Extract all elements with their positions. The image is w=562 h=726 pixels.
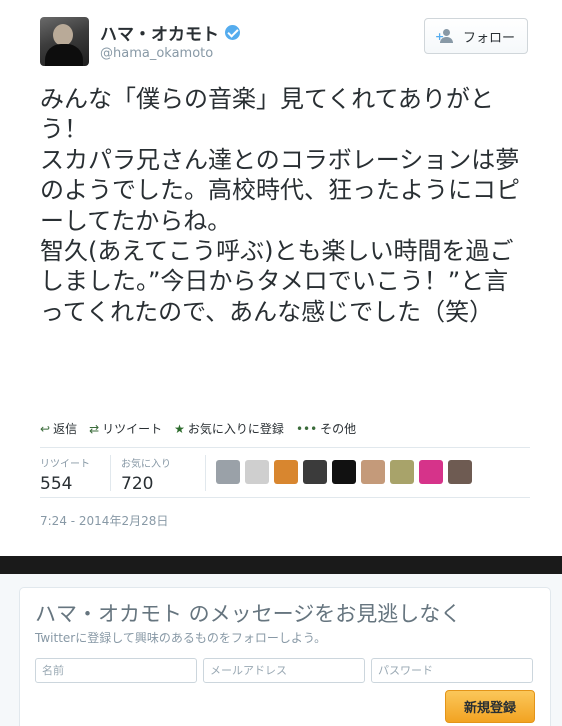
stat-separator [110,455,111,491]
favoriter-avatar[interactable] [332,460,356,484]
page-divider [0,556,562,574]
more-button[interactable]: ••• その他 [296,420,356,437]
stats-divider-top [40,447,530,448]
favorite-count[interactable]: お気に入り 720 [121,455,171,494]
favoriter-avatar[interactable] [361,460,385,484]
signup-button[interactable]: 新規登録 [445,690,535,723]
signup-section: ハマ・オカモト のメッセージをお見逃しなく Twitterに登録して興味のあるも… [0,574,562,726]
tweet-text: みんな「僕らの音楽」見てくれてありがとう！ スカパラ兄さん達とのコラボレーション… [40,85,520,326]
star-icon: ★ [174,421,185,436]
retweet-icon: ⇄ [89,421,100,436]
tweet-timestamp[interactable]: 7:24 - 2014年2月28日 [40,512,168,529]
favoriter-avatar[interactable] [448,460,472,484]
retweet-count[interactable]: リツイート 554 [40,455,90,494]
stats-divider-bottom [40,497,530,498]
signup-card: ハマ・オカモト のメッセージをお見逃しなく Twitterに登録して興味のあるも… [19,587,551,726]
favoriter-avatar[interactable] [274,460,298,484]
favoriter-avatar[interactable] [245,460,269,484]
favoriter-avatar[interactable] [390,460,414,484]
retweet-count-value: 554 [40,474,73,494]
password-field[interactable] [371,658,533,683]
user-handle[interactable]: @hama_okamoto [100,46,213,61]
signup-subtitle: Twitterに登録して興味のあるものをフォローしよう。 [35,631,327,645]
ellipsis-icon: ••• [295,421,318,436]
favoriter-avatar[interactable] [216,460,240,484]
signup-title: ハマ・オカモト のメッセージをお見逃しなく [35,602,462,626]
favoriter-avatar[interactable] [419,460,443,484]
more-label: その他 [320,422,357,436]
name-field[interactable] [35,658,197,683]
tweet-card: ハマ・オカモト @hama_okamoto + フォロー みんな「僕らの音楽」見… [0,0,562,556]
reply-button[interactable]: ↩ 返信 [40,420,77,437]
favoriter-avatars [216,460,477,484]
follow-button-label: フォロー [462,30,515,46]
tweet-actions: ↩ 返信 ⇄ リツイート ★ お気に入りに登録 ••• その他 [40,420,368,437]
display-name[interactable]: ハマ・オカモト [100,20,219,45]
favoriter-avatar[interactable] [303,460,327,484]
add-user-icon: + [435,29,457,43]
retweet-button[interactable]: ⇄ リツイート [89,420,162,437]
reply-icon: ↩ [40,421,51,436]
favorite-label: お気に入りに登録 [187,422,284,436]
reply-label: 返信 [53,422,78,436]
favorite-count-label: お気に入り [121,459,171,470]
name-row: ハマ・オカモト [100,20,240,45]
follow-button[interactable]: + フォロー [424,18,528,54]
stat-separator [205,455,206,491]
avatar[interactable] [40,17,89,66]
email-field[interactable] [203,658,365,683]
retweet-label: リツイート [102,422,163,436]
favorite-count-value: 720 [121,474,154,494]
favorite-button[interactable]: ★ お気に入りに登録 [174,420,284,437]
verified-badge-icon [225,25,240,40]
retweet-count-label: リツイート [40,459,90,470]
